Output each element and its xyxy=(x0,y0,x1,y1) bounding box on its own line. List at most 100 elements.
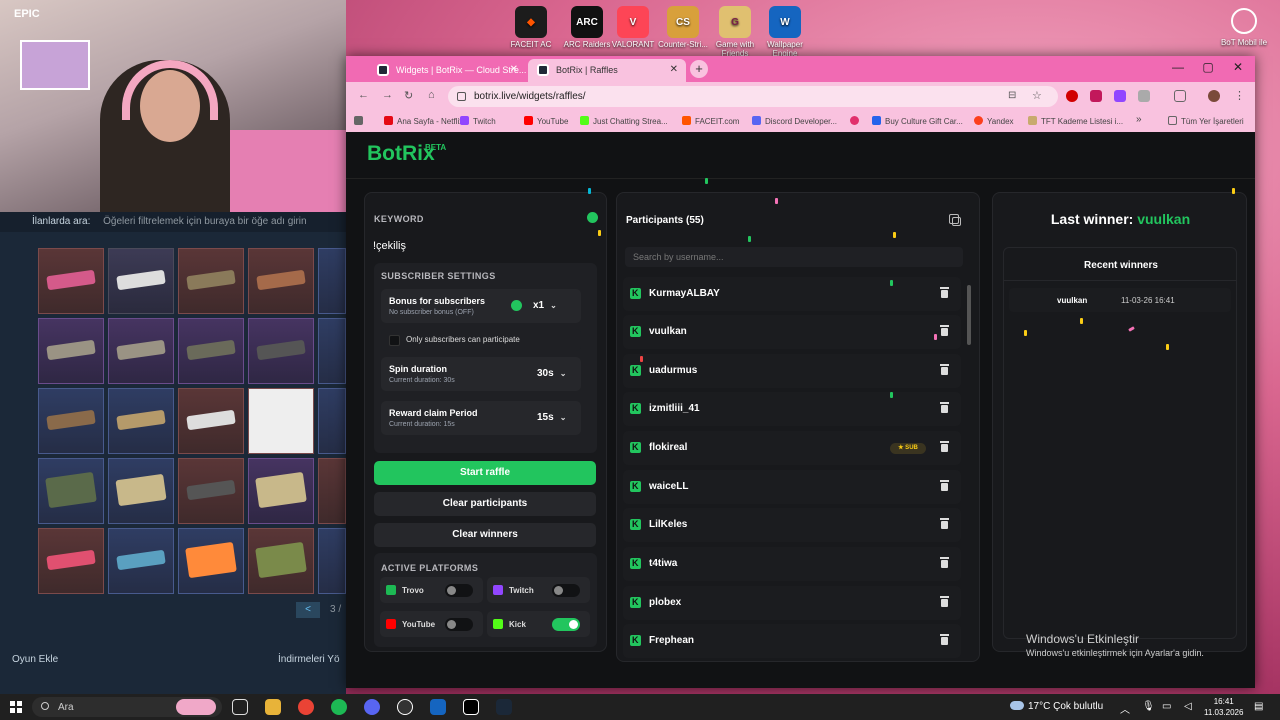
inventory-item[interactable] xyxy=(178,528,244,594)
inventory-item[interactable] xyxy=(108,528,174,594)
trash-icon[interactable] xyxy=(940,480,949,491)
inventory-item[interactable] xyxy=(38,248,104,314)
new-tab-button[interactable]: + xyxy=(690,60,708,78)
obs-icon[interactable] xyxy=(397,699,413,715)
microphone-icon[interactable]: 🎙 xyxy=(1142,701,1155,712)
trash-icon[interactable] xyxy=(940,402,949,413)
participant-row[interactable]: plobex xyxy=(623,586,961,620)
inventory-item[interactable] xyxy=(108,458,174,524)
phone-link-desktop-icon[interactable]: BoT Mobil ile xyxy=(1218,8,1270,47)
inventory-item[interactable] xyxy=(108,248,174,314)
translate-icon[interactable]: ⊟ xyxy=(1008,90,1016,101)
inventory-item[interactable] xyxy=(248,248,314,314)
trash-icon[interactable] xyxy=(940,596,949,607)
participant-row[interactable]: t4tiwa xyxy=(623,547,961,581)
task-view-icon[interactable] xyxy=(232,699,248,715)
start-raffle-button[interactable]: Start raffle xyxy=(374,461,596,485)
trash-icon[interactable] xyxy=(940,557,949,568)
only-subscribers-row[interactable]: Only subscribers can participate xyxy=(381,329,581,351)
taskbar-search[interactable]: Ara xyxy=(32,697,222,717)
trash-icon[interactable] xyxy=(940,325,949,336)
address-bar[interactable]: botrix.live/widgets/raffles/ ⊟ ☆ xyxy=(448,86,1058,107)
inventory-item[interactable] xyxy=(178,458,244,524)
inventory-item[interactable] xyxy=(248,528,314,594)
participant-row[interactable]: Frephean xyxy=(623,624,961,658)
inventory-item[interactable] xyxy=(178,248,244,314)
bookmark-faceit[interactable]: FACEIT.com xyxy=(682,116,739,126)
discord-icon[interactable] xyxy=(364,699,380,715)
counter-strike-desktop-icon[interactable]: CS Counter-Stri... xyxy=(654,6,712,49)
inventory-prev-page-button[interactable]: < xyxy=(296,602,320,618)
bookmark-netflix[interactable]: Ana Sayfa - Netflix xyxy=(384,116,463,126)
downloads-button[interactable]: İndirmeleri Yö xyxy=(278,654,340,665)
kick-toggle[interactable] xyxy=(552,618,580,631)
participants-scrollbar[interactable] xyxy=(967,285,971,345)
bookmark-tft[interactable]: TFT Kademe Listesi i... xyxy=(1028,116,1123,126)
inventory-item[interactable] xyxy=(318,388,346,454)
inventory-item[interactable] xyxy=(248,388,314,454)
profile-avatar[interactable] xyxy=(1208,90,1220,102)
faceit-desktop-icon[interactable]: ◆ FACEIT AC xyxy=(502,6,560,49)
wallpaper-engine-desktop-icon[interactable]: W Wallpaper Engine xyxy=(756,6,814,58)
notifications-icon[interactable]: ▤ xyxy=(1254,701,1263,712)
inventory-item[interactable] xyxy=(178,318,244,384)
menu-icon[interactable]: ⋮ xyxy=(1234,89,1245,102)
bookmark-yandex[interactable]: Yandex xyxy=(974,116,1014,126)
inventory-item[interactable] xyxy=(178,388,244,454)
inventory-item[interactable] xyxy=(248,458,314,524)
inventory-item[interactable] xyxy=(318,528,346,594)
bookmark-twitch[interactable]: Twitch xyxy=(460,116,496,126)
site-info-icon[interactable] xyxy=(457,92,466,101)
copy-icon[interactable] xyxy=(949,214,961,226)
file-explorer-icon[interactable] xyxy=(265,699,281,715)
close-window-icon[interactable]: ✕ xyxy=(1224,60,1252,74)
participant-row[interactable]: LilKeles xyxy=(623,508,961,542)
info-icon[interactable] xyxy=(511,300,522,311)
trovo-toggle[interactable] xyxy=(445,584,473,597)
twitch-toggle[interactable] xyxy=(552,584,580,597)
home-icon[interactable]: ⌂ xyxy=(428,89,435,101)
participant-row[interactable]: uadurmus xyxy=(623,354,961,388)
inventory-item[interactable] xyxy=(108,388,174,454)
back-icon[interactable]: ← xyxy=(358,89,369,101)
trash-icon[interactable] xyxy=(940,287,949,298)
maximize-icon[interactable]: ▢ xyxy=(1194,60,1222,74)
bonus-multiplier-select[interactable]: x1 ⌄ xyxy=(533,300,557,311)
twitch-extension-icon[interactable] xyxy=(1114,90,1126,102)
opera-extension-icon[interactable] xyxy=(1066,90,1078,102)
reward-claim-select[interactable]: 15s ⌄ xyxy=(537,412,566,423)
tab-widgets[interactable]: Widgets | BotRix — Cloud Stre... ✕ xyxy=(368,59,526,82)
bookmark-culture-gift[interactable]: Buy Culture Gift Car... xyxy=(872,116,963,126)
all-bookmarks-folder[interactable]: Tüm Yer İşaretleri xyxy=(1168,116,1244,126)
inventory-item[interactable] xyxy=(248,318,314,384)
keyword-input[interactable]: !çekiliş xyxy=(373,235,597,257)
close-tab-icon[interactable]: ✕ xyxy=(670,64,678,75)
windows-start-icon[interactable] xyxy=(10,701,22,713)
participant-search-input[interactable]: Search by username... xyxy=(625,247,963,267)
network-icon[interactable]: ▭ xyxy=(1162,701,1171,712)
inventory-item[interactable] xyxy=(318,248,346,314)
more-bookmarks-button[interactable]: » xyxy=(1136,114,1142,125)
minimize-icon[interactable]: — xyxy=(1164,60,1192,74)
participant-row[interactable]: KurmayALBAY xyxy=(623,277,961,311)
trash-icon[interactable] xyxy=(940,518,949,529)
participant-row[interactable]: izmitliii_41 xyxy=(623,392,961,426)
inventory-item[interactable] xyxy=(38,388,104,454)
youtube-toggle[interactable] xyxy=(445,618,473,631)
trash-icon[interactable] xyxy=(940,441,949,452)
participant-row[interactable]: vuulkan xyxy=(623,315,961,349)
tab-raffles[interactable]: BotRix | Raffles ✕ xyxy=(528,59,686,82)
taskbar-clock[interactable]: 16:41 11.03.2026 xyxy=(1204,696,1243,718)
participant-row[interactable]: flokireal ★ SUB xyxy=(623,431,961,465)
bookmark-youtube[interactable]: YouTube xyxy=(524,116,568,126)
spin-duration-select[interactable]: 30s ⌄ xyxy=(537,368,566,379)
extension-icon[interactable] xyxy=(1090,90,1102,102)
inventory-item[interactable] xyxy=(38,528,104,594)
inventory-item[interactable] xyxy=(38,318,104,384)
bookmark-discord-developer[interactable]: Discord Developer... xyxy=(752,116,837,126)
inventory-item[interactable] xyxy=(318,458,346,524)
add-game-button[interactable]: Oyun Ekle xyxy=(12,654,58,665)
side-panel-icon[interactable] xyxy=(1174,90,1186,102)
trash-icon[interactable] xyxy=(940,364,949,375)
trash-icon[interactable] xyxy=(940,634,949,645)
